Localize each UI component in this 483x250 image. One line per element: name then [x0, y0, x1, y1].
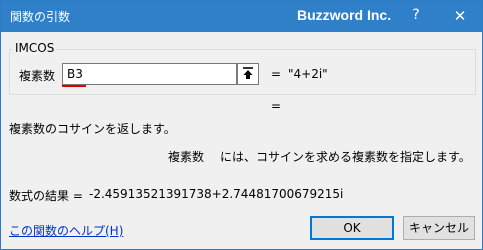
- collapse-dialog-icon: [243, 67, 253, 79]
- spell-underline: [62, 85, 86, 87]
- collapse-dialog-button[interactable]: [237, 63, 259, 85]
- formula-result-value: -2.45913521391738+2.74481700679215i: [89, 187, 344, 201]
- formula-result-label: 数式の結果 =: [9, 189, 83, 203]
- argument-equals: =: [271, 67, 282, 81]
- cancel-button[interactable]: キャンセル: [403, 216, 475, 240]
- function-name: IMCOS: [13, 41, 57, 55]
- argument-description-name: 複素数: [168, 150, 205, 164]
- help-button[interactable]: ?: [408, 7, 424, 23]
- close-icon[interactable]: ✕: [448, 5, 472, 27]
- function-arguments-dialog: 関数の引数 Buzzword Inc. ? ✕ IMCOS 複素数 = "4+2…: [0, 0, 483, 250]
- title-bar[interactable]: 関数の引数 Buzzword Inc. ? ✕: [1, 1, 482, 32]
- result-equals: =: [271, 99, 282, 113]
- argument-evaluated-value: "4+2i": [288, 67, 328, 81]
- ok-button[interactable]: OK: [310, 216, 394, 240]
- function-help-link[interactable]: この関数のヘルプ(H): [9, 222, 123, 239]
- argument-description-text: には、コサインを求める複素数を指定します。: [220, 150, 471, 164]
- argument-input[interactable]: [62, 63, 237, 85]
- function-description: 複素数のコサインを返します。: [9, 122, 176, 136]
- app-name: Buzzword Inc.: [297, 7, 392, 23]
- argument-label: 複素数: [19, 69, 56, 83]
- dialog-title: 関数の引数: [10, 10, 71, 24]
